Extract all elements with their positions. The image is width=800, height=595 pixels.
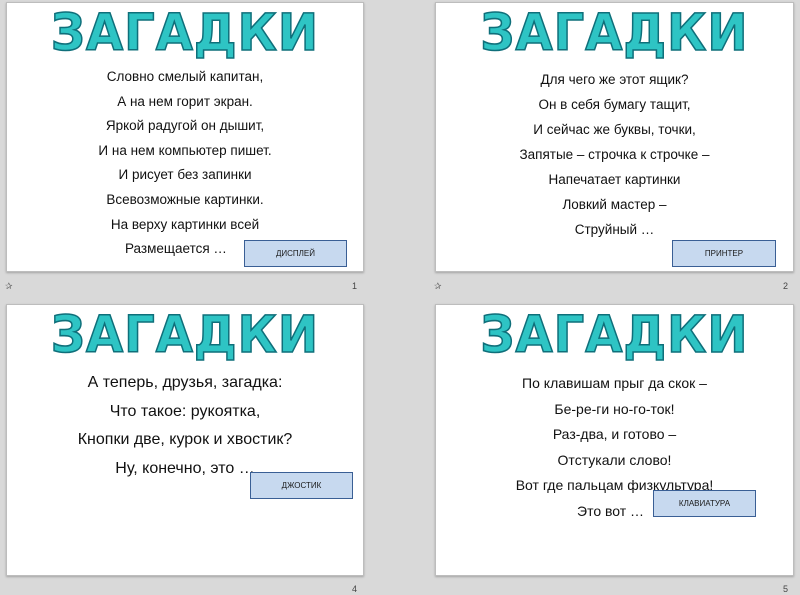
slide-number: 5 <box>783 584 789 594</box>
answer-button-display[interactable]: ДИСПЛЕЙ <box>244 240 347 267</box>
poem-line: И на нем компьютер пишет. <box>98 142 272 158</box>
poem-line: Яркой радугой он дышит, <box>105 118 265 134</box>
poem: Для чего же этот ящик? Он в себя бумагу … <box>436 67 793 242</box>
poem-line: Всевозможные картинки. <box>106 191 264 207</box>
slide-4[interactable]: ЗАГАДКИ А теперь, друзья, загадка: Что т… <box>6 304 364 576</box>
poem-line: Струйный … <box>574 222 655 237</box>
slide-title: ЗАГАДКИ <box>50 3 320 63</box>
slide-1[interactable]: ЗАГАДКИ Словно смелый капитан, А на нем … <box>6 2 364 272</box>
poem: Словно смелый капитан, А на нем горит эк… <box>7 65 363 262</box>
slide-transition-star-icon: ✰ <box>434 281 442 291</box>
poem-line: По клавишам прыг да скок – <box>522 375 707 391</box>
poem-line: Запятые – строчка к строчке – <box>519 147 710 162</box>
slide-number: 2 <box>783 281 789 291</box>
poem-line: Кнопки две, курок и хвостик? <box>77 431 293 448</box>
slide-title: ЗАГАДКИ <box>480 3 749 63</box>
poem-line: И рисует без запинки <box>118 167 252 183</box>
answer-button-joystick[interactable]: ДЖОСТИК <box>250 472 353 499</box>
answer-button-printer[interactable]: ПРИНТЕР <box>672 240 776 267</box>
poem: А теперь, друзья, загадка: Что такое: ру… <box>7 369 363 483</box>
slide-number: 4 <box>352 584 358 594</box>
answer-button-keyboard[interactable]: КЛАВИАТУРА <box>653 490 756 517</box>
slide-title: ЗАГАДКИ <box>50 305 320 365</box>
poem-line: Что такое: рукоятка, <box>109 402 261 420</box>
poem-line: Раз-два, и готово – <box>552 426 677 442</box>
poem-line: На верху картинки всей <box>110 216 260 232</box>
poem-line: И сейчас же буквы, точки, <box>533 122 696 137</box>
poem-line: Для чего же этот ящик? <box>540 72 689 87</box>
poem-line: Бе-ре-ги но-го-ток! <box>554 400 675 417</box>
poem-line: Словно смелый капитан, <box>106 69 264 84</box>
slide-2[interactable]: ЗАГАДКИ Для чего же этот ящик? Он в себя… <box>435 2 794 272</box>
poem-line: Ловкий мастер – <box>562 197 667 212</box>
slide-5[interactable]: ЗАГАДКИ По клавишам прыг да скок – Бе-ре… <box>435 304 794 576</box>
slide-transition-star-icon: ✰ <box>5 281 13 291</box>
poem-line: Напечатает картинки <box>548 172 681 187</box>
poem-line: Он в себя бумагу тащит, <box>538 97 691 112</box>
poem-line: А теперь, друзья, загадка: <box>87 374 283 391</box>
poem-line: А на нем горит экран. <box>117 93 253 109</box>
poem-line: Отстукали слово! <box>557 451 672 468</box>
slide-title: ЗАГАДКИ <box>480 305 749 365</box>
slide-number: 1 <box>352 281 358 291</box>
